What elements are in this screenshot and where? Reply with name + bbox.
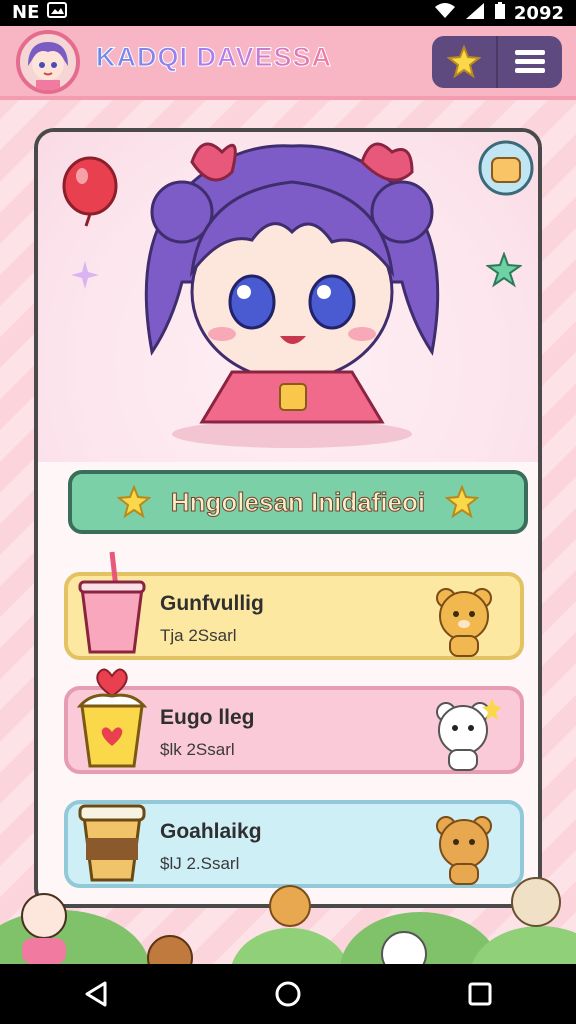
recents-button[interactable]	[450, 969, 510, 1019]
sparkle-star-icon	[71, 261, 99, 289]
item-title: Goahlaikg	[160, 820, 262, 843]
list-item[interactable]: Goahlaikg $lJ 2.Ssarl	[64, 800, 524, 888]
character-hero	[38, 132, 538, 462]
status-bar: NE 2092	[0, 0, 576, 26]
section-title: Hngolesan Inidafieoi	[170, 486, 426, 517]
jar-icon	[478, 140, 534, 196]
app-title: KADQI DAVESSA	[95, 42, 333, 73]
home-button[interactable]	[258, 969, 318, 1019]
list-item[interactable]: Gunfvullig Tja 2Ssarl	[64, 551, 524, 660]
carrier-label: NE	[12, 2, 40, 23]
item-list: Gunfvullig Tja 2Ssarl Eugo lleg $lk 2Ssa…	[64, 551, 524, 914]
battery-icon	[494, 2, 506, 25]
wifi-icon	[434, 2, 456, 25]
header-actions	[432, 36, 562, 88]
section-banner[interactable]: Hngolesan Inidafieoi	[68, 470, 528, 534]
back-button[interactable]	[66, 969, 126, 1019]
left-star-icon	[116, 485, 151, 519]
cake-cup-icon	[76, 668, 148, 768]
signal-icon	[464, 2, 486, 25]
drink-cup-icon	[78, 551, 146, 654]
coffee-cup-icon	[78, 804, 146, 882]
item-title: Gunfvullig	[160, 592, 264, 615]
app-screen: KADQI DAVESSA Hngolesan Inidafieoi Gunfv…	[0, 26, 576, 964]
list-item[interactable]: Eugo lleg $lk 2Ssarl	[64, 668, 524, 774]
chibi-avatar-icon	[28, 42, 68, 90]
clock: 2092	[513, 3, 564, 24]
item-subtitle: $lJ 2.Ssarl	[160, 854, 240, 873]
bear-mascot-icon	[436, 588, 492, 657]
white-bear-mascot-icon	[436, 698, 502, 771]
system-nav-bar	[0, 964, 576, 1024]
star-icon	[447, 45, 481, 79]
item-subtitle: $lk 2Ssarl	[160, 740, 235, 759]
favorites-button[interactable]	[432, 36, 498, 88]
bear-mascot-icon	[436, 816, 492, 885]
home-circle-icon	[275, 981, 301, 1007]
app-header: KADQI DAVESSA	[0, 26, 576, 100]
profile-avatar[interactable]	[16, 30, 80, 94]
green-star-icon	[486, 252, 522, 288]
chibi-character-illustration	[144, 142, 440, 448]
menu-button[interactable]	[498, 36, 562, 88]
hamburger-menu-icon	[515, 50, 545, 73]
image-notification-icon	[47, 2, 68, 23]
item-title: Eugo lleg	[160, 706, 255, 729]
right-star-icon	[445, 485, 480, 519]
item-subtitle: Tja 2Ssarl	[160, 626, 237, 645]
recents-square-icon	[468, 982, 492, 1006]
back-triangle-icon	[85, 981, 107, 1007]
